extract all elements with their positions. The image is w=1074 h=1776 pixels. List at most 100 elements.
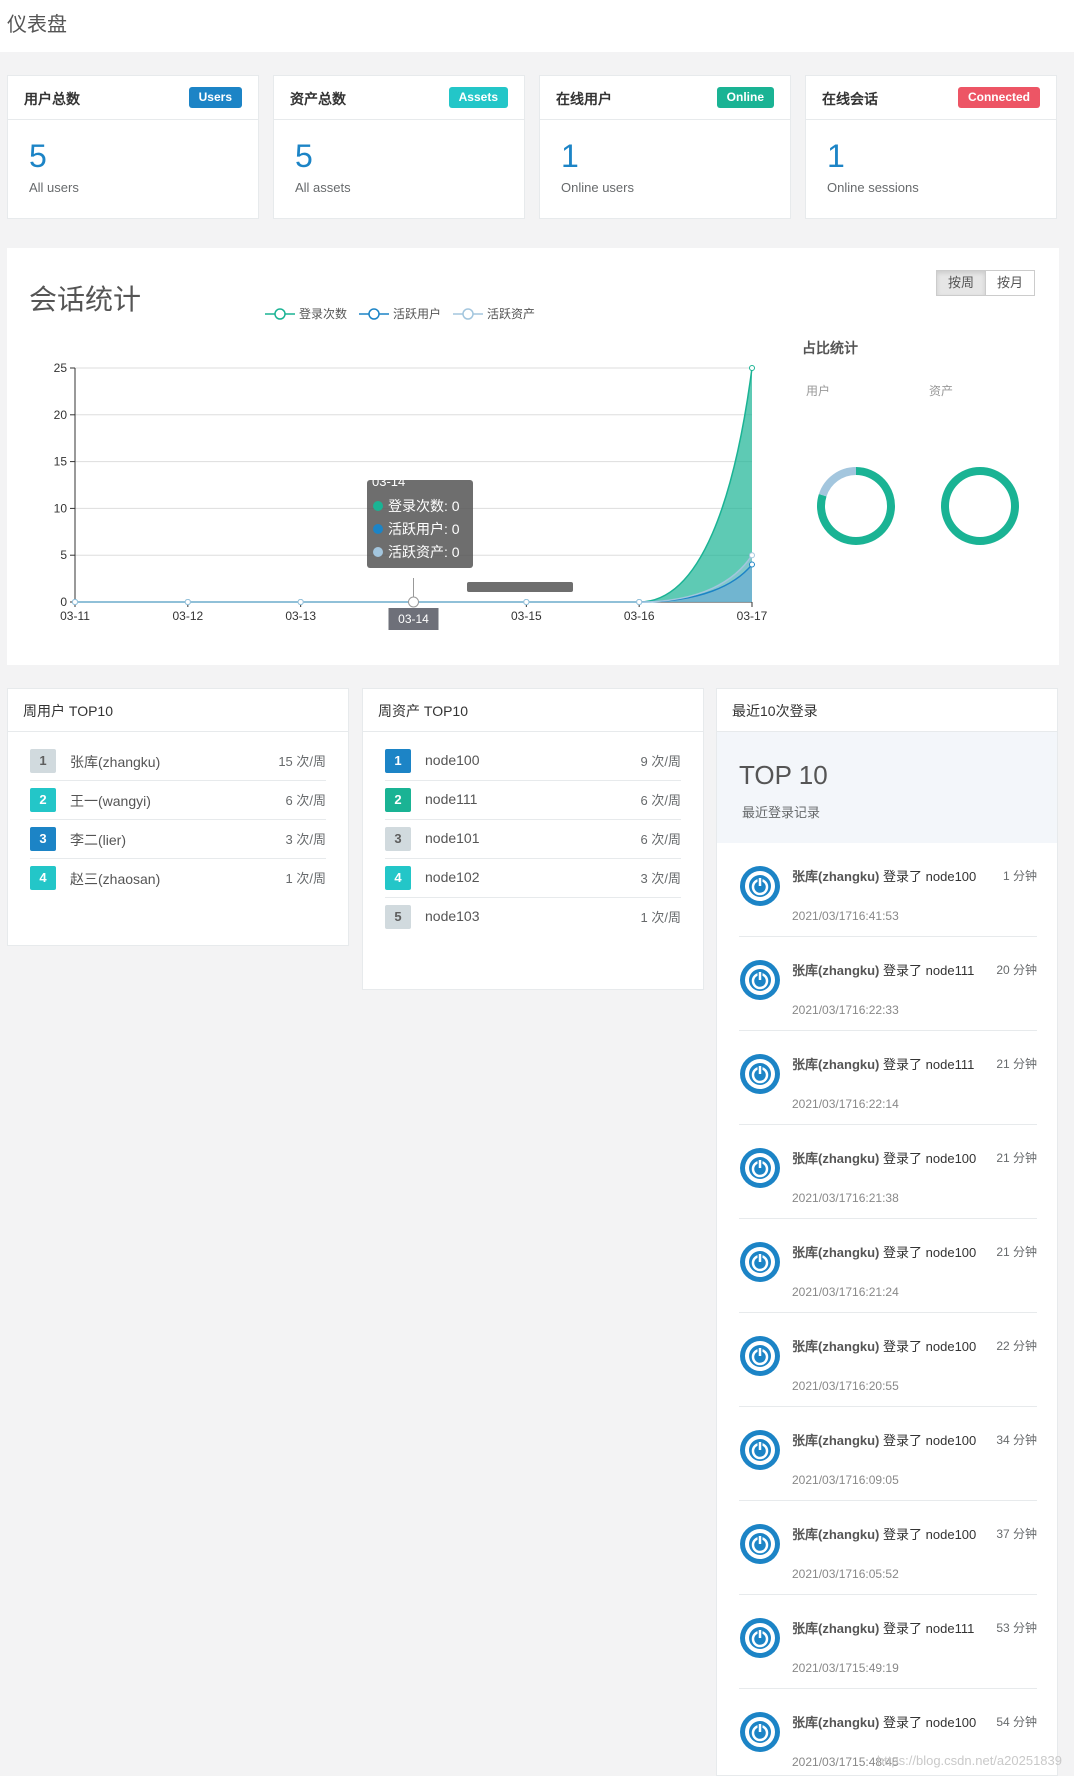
login-user[interactable]: 张库(zhangku): [792, 1339, 879, 1354]
month-button[interactable]: 按月: [986, 270, 1036, 296]
x-tick-label: 03-17: [737, 609, 768, 623]
data-point[interactable]: [749, 561, 755, 568]
login-item: 张库(zhangku) 登录了 node111 21 分钟 2021/03/1716…: [739, 1031, 1037, 1125]
watermark: https://blog.csdn.net/a20251839: [876, 1753, 1062, 1768]
data-point[interactable]: [523, 599, 530, 605]
login-asset[interactable]: node111: [926, 1621, 975, 1636]
rank-row: 3 node101 6 次/周: [385, 820, 681, 859]
login-timestamp: 2021/03/1716:21:38: [792, 1191, 899, 1205]
power-icon: [739, 1429, 781, 1471]
tooltip-shadow: [467, 582, 573, 592]
session-title: 会话统计: [29, 284, 142, 315]
login-action: 登录了: [883, 1715, 923, 1730]
login-action: 登录了: [883, 1621, 923, 1636]
login-user[interactable]: 张库(zhangku): [792, 1527, 879, 1542]
data-point[interactable]: [297, 599, 304, 605]
login-timestamp: 2021/03/1716:09:05: [792, 1473, 899, 1487]
login-user[interactable]: 张库(zhangku): [792, 1245, 879, 1260]
pie-slice-assets[interactable]: [941, 467, 1019, 545]
login-asset[interactable]: node111: [926, 963, 975, 978]
stat-card-online-users: 在线用户 Online 1 Online users: [539, 75, 791, 219]
rank-row: 5 node103 1 次/周: [385, 898, 681, 937]
power-icon: [739, 1241, 781, 1283]
stat-label: 资产总数: [290, 91, 346, 107]
rank-count: 15 次/周: [278, 754, 326, 769]
rank-badge: 5: [385, 905, 411, 929]
recent-logins-panel: 最近10次登录 TOP 10 最近登录记录 张库(zhangku) 登录了 no…: [716, 688, 1058, 1776]
login-item: 张库(zhangku) 登录了 node100 21 分钟 2021/03/1716…: [739, 1125, 1037, 1219]
data-point[interactable]: [72, 599, 78, 605]
power-icon: [739, 865, 781, 907]
login-asset[interactable]: node100: [926, 1245, 977, 1260]
login-timestamp: 2021/03/1716:41:53: [792, 909, 899, 923]
rank-badge: 3: [385, 827, 411, 851]
stat-card-header: 在线会话 Connected: [806, 76, 1056, 120]
legend-circle-icon: [359, 307, 390, 320]
rank-row: 4 赵三(zhaosan) 1 次/周: [30, 859, 326, 898]
y-tick-label: 0: [60, 595, 67, 609]
login-asset[interactable]: node111: [926, 1057, 975, 1072]
login-user[interactable]: 张库(zhangku): [792, 1621, 879, 1636]
ratio-title: 占比统计: [802, 340, 858, 356]
legend-item-active-assets[interactable]: 活跃资产: [453, 305, 535, 322]
login-text: 张库(zhangku) 登录了 node100: [792, 1525, 987, 1545]
x-tick-label: 03-13: [285, 609, 316, 623]
login-user[interactable]: 张库(zhangku): [792, 1151, 879, 1166]
login-text: 张库(zhangku) 登录了 node100: [792, 1149, 987, 1169]
login-ago: 37 分钟: [996, 1527, 1037, 1541]
tooltip-marker: [373, 547, 383, 557]
login-item: 张库(zhangku) 登录了 node100 34 分钟 2021/03/1716…: [739, 1407, 1037, 1501]
data-point[interactable]: [749, 365, 755, 371]
login-asset[interactable]: node100: [926, 1527, 977, 1542]
x-tick-label: 03-12: [172, 609, 203, 623]
rank-name: 张库(zhangku): [70, 754, 161, 770]
login-asset[interactable]: node100: [926, 1433, 977, 1448]
power-icon: [739, 1053, 781, 1095]
rank-name: node111: [425, 791, 478, 807]
y-tick-label: 25: [54, 361, 68, 375]
data-point[interactable]: [636, 599, 643, 605]
rank-row: 1 张库(zhangku) 15 次/周: [30, 742, 326, 781]
login-user[interactable]: 张库(zhangku): [792, 1057, 879, 1072]
stat-badge: Connected: [957, 87, 1040, 108]
rank-name: node100: [425, 752, 480, 768]
login-action: 登录了: [883, 963, 923, 978]
login-user[interactable]: 张库(zhangku): [792, 963, 879, 978]
power-icon: [739, 959, 781, 1001]
data-point[interactable]: [184, 599, 191, 605]
login-ago: 20 分钟: [996, 963, 1037, 977]
legend-circle-icon: [265, 307, 295, 320]
rank-badge: 2: [385, 788, 411, 812]
power-icon: [739, 1617, 781, 1659]
legend-item-logins[interactable]: 登录次数: [265, 305, 347, 322]
stat-badge: Users: [188, 87, 242, 108]
power-icon: [739, 1147, 781, 1189]
y-tick-label: 15: [54, 455, 68, 469]
rank-badge: 1: [30, 749, 56, 773]
y-tick-label: 5: [60, 548, 67, 562]
legend-item-active-users[interactable]: 活跃用户: [359, 305, 441, 322]
login-text: 张库(zhangku) 登录了 node100: [792, 867, 987, 887]
login-item: 张库(zhangku) 登录了 node100 22 分钟 2021/03/1716…: [739, 1313, 1037, 1407]
login-item: 张库(zhangku) 登录了 node111 20 分钟 2021/03/1716…: [739, 937, 1037, 1031]
stat-label: 用户总数: [24, 91, 80, 107]
login-text: 张库(zhangku) 登录了 node100: [792, 1337, 987, 1357]
rank-count: 3 次/周: [285, 832, 326, 847]
week-button[interactable]: 按周: [936, 270, 987, 296]
login-asset[interactable]: node100: [926, 869, 977, 884]
login-asset[interactable]: node100: [926, 1715, 977, 1730]
login-asset[interactable]: node100: [926, 1339, 977, 1354]
login-user[interactable]: 张库(zhangku): [792, 1715, 879, 1730]
data-point[interactable]: [749, 552, 755, 559]
stat-card-online-sessions: 在线会话 Connected 1 Online sessions: [805, 75, 1057, 219]
login-user[interactable]: 张库(zhangku): [792, 1433, 879, 1448]
rank-name: 赵三(zhaosan): [70, 871, 161, 887]
top10-title: TOP 10: [739, 760, 828, 790]
login-ago: 22 分钟: [996, 1339, 1037, 1353]
login-user[interactable]: 张库(zhangku): [792, 869, 879, 884]
pie-slice-users[interactable]: [818, 467, 857, 497]
page-title: 仪表盘: [7, 14, 67, 36]
login-asset[interactable]: node100: [926, 1151, 977, 1166]
login-timestamp: 2021/03/1716:22:14: [792, 1097, 899, 1111]
panel-title: 最近10次登录: [717, 689, 1057, 732]
